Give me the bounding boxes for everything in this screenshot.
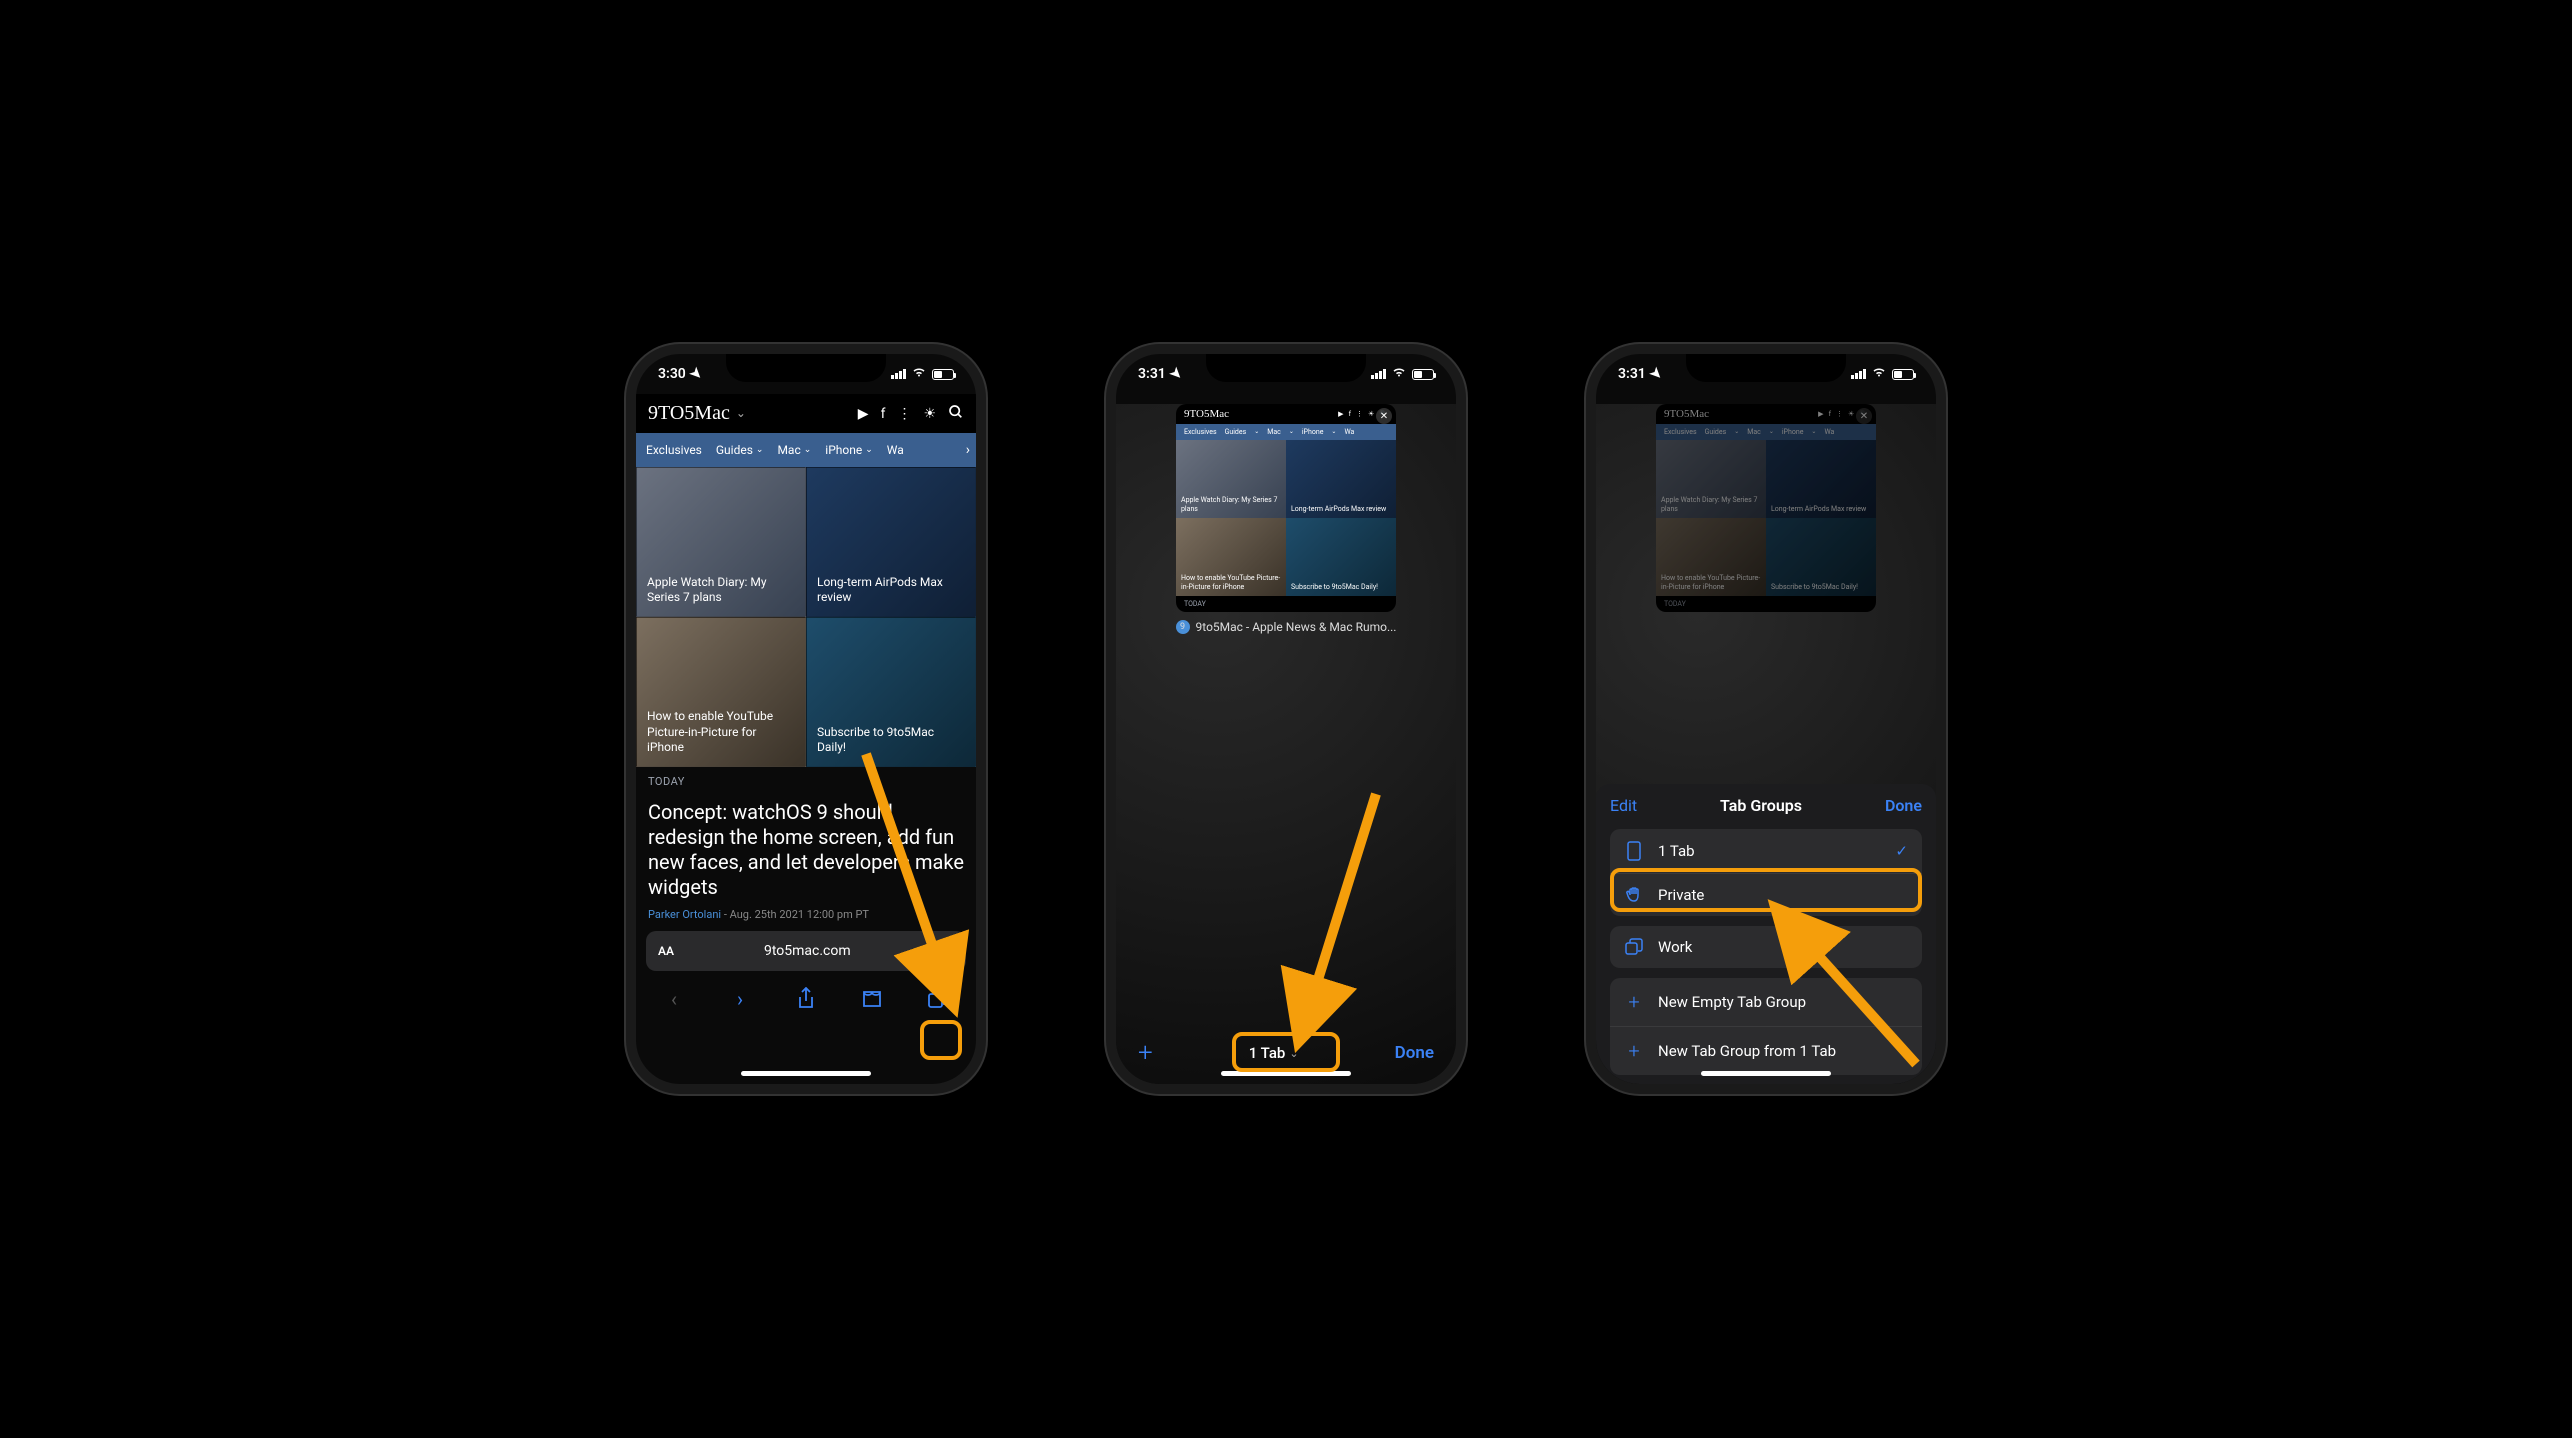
back-button[interactable]: ‹ — [658, 983, 690, 1015]
battery-icon — [932, 369, 954, 380]
edit-button[interactable]: Edit — [1610, 796, 1637, 815]
device-icon — [1624, 841, 1644, 861]
sheet-title: Tab Groups — [1720, 796, 1802, 815]
nav-guides[interactable]: Guides ⌄ — [716, 443, 764, 457]
checkmark-icon: ✓ — [1895, 842, 1908, 860]
tabs-button[interactable] — [922, 983, 954, 1015]
phone-2: 3:31 ➤ ✕ 9TO5Mac ▶f⋮☀🔍 Exclusives Guides… — [1106, 344, 1466, 1094]
wifi-icon — [1391, 366, 1407, 382]
status-time: 3:31 — [1618, 366, 1646, 382]
notch — [1686, 354, 1846, 382]
theme-icon[interactable]: ☀ — [923, 406, 936, 422]
article-byline: Parker Ortolani - Aug. 25th 2021 12:00 p… — [636, 908, 976, 931]
more-icon[interactable]: ⋮ — [897, 406, 911, 422]
done-button[interactable]: Done — [1395, 1043, 1434, 1063]
facebook-icon[interactable]: f — [881, 406, 886, 422]
phone-3: 3:31 ➤ ✕ 9TO5Mac ▶f⋮☀🔍 Exclusives Guides… — [1586, 344, 1946, 1094]
site-logo-text: 9TO5Mac — [648, 402, 730, 425]
location-icon: ➤ — [686, 364, 706, 384]
location-icon: ➤ — [1646, 364, 1666, 384]
search-icon[interactable] — [948, 404, 964, 424]
tab-thumbnail[interactable]: ✕ 9TO5Mac ▶f⋮☀🔍 Exclusives Guides⌄ Mac⌄ … — [1176, 404, 1396, 612]
annotation-arrow — [1266, 774, 1416, 1064]
chevron-down-icon: ⌄ — [736, 406, 746, 421]
location-icon: ➤ — [1166, 364, 1186, 384]
nav-scroll-right-icon[interactable]: › — [966, 442, 970, 458]
home-indicator[interactable] — [1701, 1071, 1831, 1076]
status-time: 3:30 — [658, 366, 686, 382]
article-tile[interactable]: Subscribe to 9to5Mac Daily! — [806, 617, 976, 767]
wifi-icon — [911, 366, 927, 382]
tab-thumbnail: ✕ 9TO5Mac ▶f⋮☀🔍 Exclusives Guides⌄ Mac⌄ … — [1656, 404, 1876, 612]
author-link[interactable]: Parker Ortolani — [648, 908, 721, 921]
wifi-icon — [1871, 366, 1887, 382]
article-headline[interactable]: Concept: watchOS 9 should redesign the h… — [636, 796, 976, 908]
cellular-icon — [1371, 369, 1386, 379]
article-grid: Apple Watch Diary: My Series 7 plans Lon… — [636, 467, 976, 767]
phone-1: 3:30 ➤ 9TO5Mac ⌄ ▶ f ⋮ ☀ Exclusives Guid… — [626, 344, 986, 1094]
site-header: 9TO5Mac ⌄ ▶ f ⋮ ☀ — [636, 394, 976, 433]
site-logo: 9TO5Mac — [1184, 408, 1229, 420]
site-nav: Exclusives Guides ⌄ Mac ⌄ iPhone ⌄ Wa › — [636, 433, 976, 467]
article-tile[interactable]: How to enable YouTube Picture-in-Picture… — [636, 617, 806, 767]
youtube-icon[interactable]: ▶ — [858, 406, 869, 422]
tab-group-1tab[interactable]: 1 Tab ✓ — [1610, 829, 1922, 873]
nav-exclusives[interactable]: Exclusives — [646, 443, 702, 457]
nav-iphone[interactable]: iPhone ⌄ — [825, 443, 872, 457]
tab-group-private[interactable]: Private — [1610, 873, 1922, 916]
tab-group-work[interactable]: Work — [1610, 926, 1922, 968]
share-button[interactable] — [790, 983, 822, 1015]
status-time: 3:31 — [1138, 366, 1166, 382]
new-empty-tab-group[interactable]: + New Empty Tab Group — [1610, 978, 1922, 1026]
safari-toolbar: ‹ › — [636, 971, 976, 1035]
url-domain: 9to5mac.com — [764, 943, 851, 959]
bookmarks-button[interactable] — [856, 983, 888, 1015]
text-size-button[interactable]: AA — [658, 944, 674, 958]
home-indicator[interactable] — [1221, 1071, 1351, 1076]
nav-more[interactable]: Wa — [887, 443, 904, 457]
section-label: TODAY — [636, 767, 976, 796]
forward-button[interactable]: › — [724, 983, 756, 1015]
article-tile[interactable]: Long-term AirPods Max review — [806, 467, 976, 617]
plus-icon: + — [1624, 1039, 1644, 1063]
close-tab-button: ✕ — [1856, 408, 1872, 424]
tab-title: 9 9to5Mac - Apple News & Mac Rumo... — [1116, 612, 1456, 642]
cellular-icon — [1851, 369, 1866, 379]
home-indicator[interactable] — [741, 1071, 871, 1076]
chevron-down-icon: ⌄ — [1289, 1047, 1298, 1060]
done-button[interactable]: Done — [1885, 796, 1922, 815]
site-logo[interactable]: 9TO5Mac ⌄ — [648, 402, 746, 425]
cellular-icon — [891, 369, 906, 379]
article-tile[interactable]: Apple Watch Diary: My Series 7 plans — [636, 467, 806, 617]
close-tab-button[interactable]: ✕ — [1376, 408, 1392, 424]
battery-icon — [1412, 369, 1434, 380]
notch — [726, 354, 886, 382]
new-tab-button[interactable]: + — [1138, 1038, 1153, 1068]
new-tab-group-from-tab[interactable]: + New Tab Group from 1 Tab — [1610, 1026, 1922, 1075]
safari-url-bar[interactable]: AA 9to5mac.com ↻ — [646, 931, 966, 971]
hand-icon — [1624, 886, 1644, 904]
plus-icon: + — [1624, 990, 1644, 1014]
publish-date: - Aug. 25th 2021 12:00 pm PT — [724, 908, 869, 921]
tab-group-selector[interactable]: 1 Tab ⌄ — [1249, 1044, 1299, 1062]
notch — [1206, 354, 1366, 382]
tabs-bottom-bar: + 1 Tab ⌄ Done — [1116, 1024, 1456, 1094]
nav-mac[interactable]: Mac ⌄ — [777, 443, 811, 457]
tab-groups-sheet: Edit Tab Groups Done 1 Tab ✓ — [1596, 784, 1936, 1094]
battery-icon — [1892, 369, 1914, 380]
favicon-icon: 9 — [1176, 620, 1190, 634]
reload-icon[interactable]: ↻ — [941, 942, 954, 961]
tabs-icon — [1624, 938, 1644, 956]
